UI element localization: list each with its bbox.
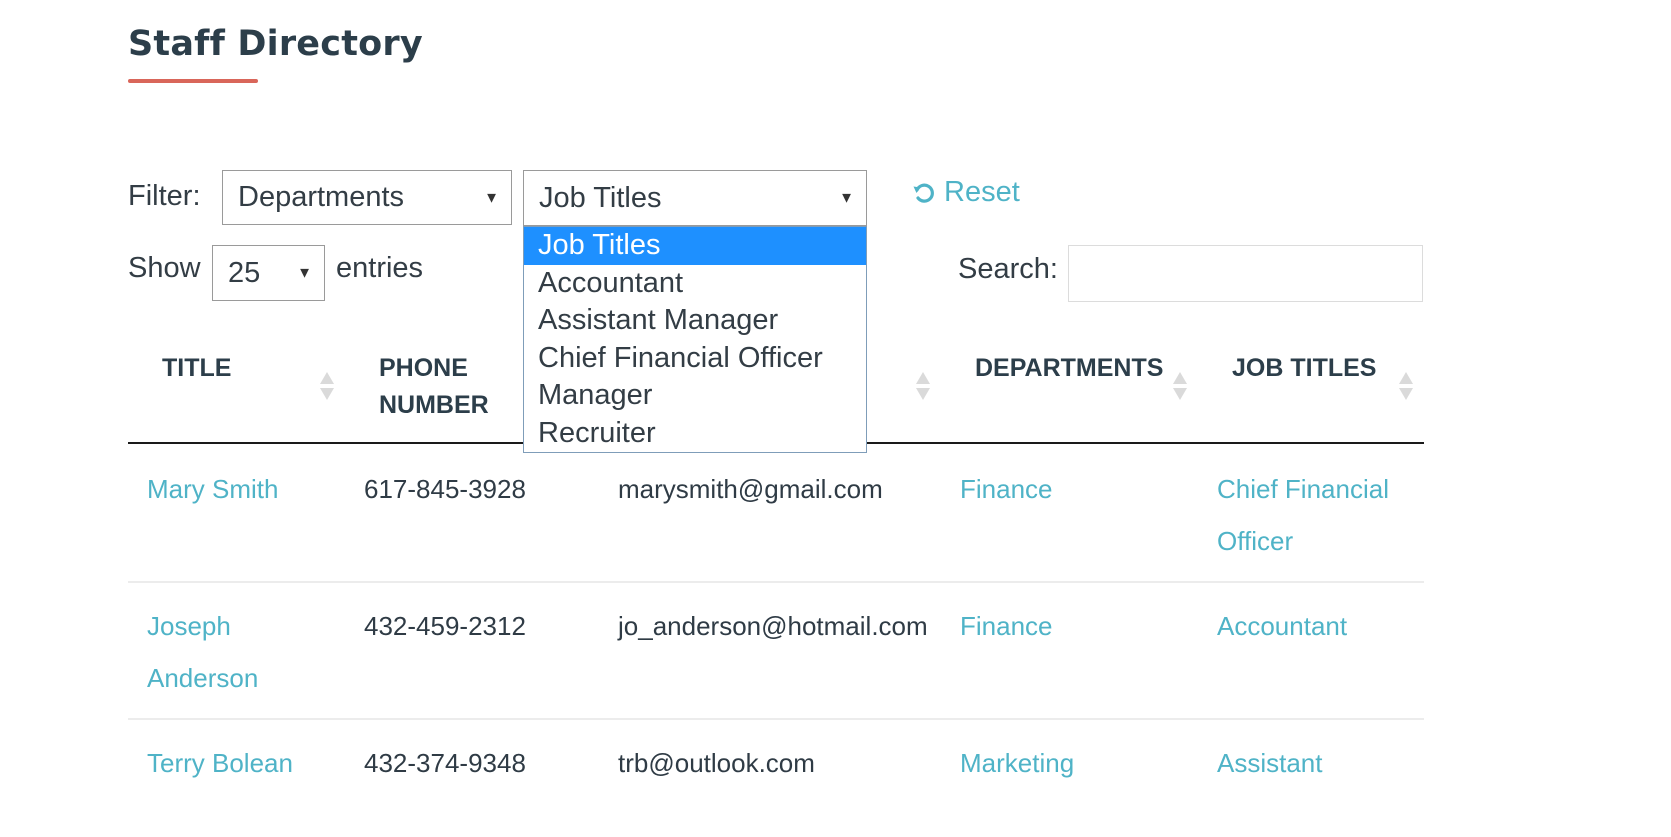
job-title-line: Accountant	[1217, 611, 1348, 641]
dropdown-option-manager[interactable]: Manager	[524, 377, 866, 415]
department-link[interactable]: Finance	[960, 463, 1053, 515]
column-header-label: DEPARTMENTS	[975, 354, 1164, 382]
column-header-job-titles[interactable]: JOB TITLES	[1232, 350, 1376, 387]
column-header-label: NUMBER	[379, 391, 489, 419]
staff-name-line: Joseph	[147, 611, 231, 641]
sort-both-icon[interactable]	[320, 372, 334, 400]
search-label: Search:	[958, 253, 1058, 285]
staff-name-link[interactable]: Joseph Anderson	[147, 600, 258, 704]
phone-cell: 432-459-2312	[364, 611, 526, 641]
column-header-label: TITLE	[162, 354, 232, 382]
email-cell: trb@outlook.com	[618, 748, 815, 778]
reset-label: Reset	[944, 176, 1020, 208]
entries-length-select[interactable]: 25 ▼	[212, 245, 325, 301]
entries-label: entries	[336, 252, 424, 284]
show-label: Show	[128, 252, 201, 284]
job-title-line: Assistant	[1217, 748, 1323, 778]
row-divider	[128, 718, 1424, 720]
dropdown-option-chief-financial-officer[interactable]: Chief Financial Officer	[524, 340, 866, 378]
phone-cell: 432-374-9348	[364, 748, 526, 778]
job-titles-dropdown-list[interactable]: Job Titles Accountant Assistant Manager …	[523, 226, 867, 453]
column-header-label: PHONE	[379, 354, 468, 382]
search-input[interactable]	[1068, 245, 1423, 302]
sort-both-icon[interactable]	[1399, 372, 1413, 400]
staff-name-line: Mary Smith	[147, 474, 279, 504]
job-title-link[interactable]: Accountant	[1217, 600, 1347, 652]
dropdown-option-recruiter[interactable]: Recruiter	[524, 415, 866, 453]
phone-cell: 617-845-3928	[364, 474, 526, 504]
sort-both-icon[interactable]	[1173, 372, 1187, 400]
job-title-link[interactable]: Chief Financial Officer	[1217, 463, 1389, 567]
email-cell: marysmith@gmail.com	[618, 474, 883, 504]
page-title: Staff Directory	[128, 24, 423, 64]
sort-both-icon[interactable]	[916, 372, 930, 400]
column-header-phone-number[interactable]: PHONE NUMBER	[379, 350, 489, 424]
job-titles-select-value: Job Titles	[539, 181, 662, 214]
chevron-down-icon: ▼	[484, 189, 499, 206]
dropdown-option-job-titles[interactable]: Job Titles	[524, 227, 866, 265]
staff-name-link[interactable]: Mary Smith	[147, 463, 278, 515]
job-title-link[interactable]: Assistant	[1217, 737, 1323, 789]
filter-label: Filter:	[128, 180, 201, 212]
staff-name-link[interactable]: Terry Bolean	[147, 737, 293, 789]
column-header-title[interactable]: TITLE	[162, 350, 231, 387]
row-divider	[128, 581, 1424, 583]
department-link[interactable]: Finance	[960, 600, 1053, 652]
staff-name-line: Terry Bolean	[147, 748, 293, 778]
chevron-down-icon: ▼	[297, 264, 312, 282]
staff-name-line: Anderson	[147, 663, 259, 693]
column-header-label: JOB TITLES	[1232, 354, 1377, 382]
departments-select-value: Departments	[238, 181, 405, 213]
dropdown-option-assistant-manager[interactable]: Assistant Manager	[524, 302, 866, 340]
entries-length-value: 25	[228, 256, 261, 289]
email-cell: jo_anderson@hotmail.com	[618, 611, 928, 641]
column-header-departments[interactable]: DEPARTMENTS	[975, 350, 1163, 387]
reset-button[interactable]: Reset	[912, 176, 1020, 209]
job-title-line: Chief Financial	[1217, 474, 1389, 504]
chevron-down-icon: ▼	[839, 189, 854, 207]
departments-select[interactable]: Departments ▼	[222, 170, 512, 225]
refresh-icon	[913, 183, 934, 203]
department-link[interactable]: Marketing	[960, 737, 1074, 789]
job-title-line: Officer	[1217, 526, 1294, 556]
dropdown-option-accountant[interactable]: Accountant	[524, 265, 866, 303]
title-underline	[128, 79, 258, 83]
job-titles-select[interactable]: Job Titles ▼	[523, 170, 867, 226]
